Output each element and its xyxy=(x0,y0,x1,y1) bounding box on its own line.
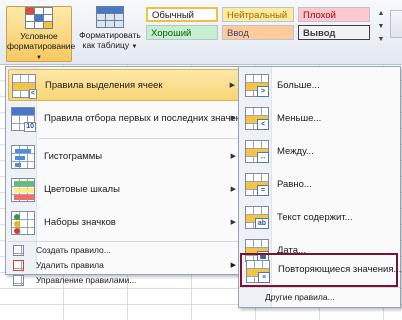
format-as-table-label-1: Форматировать xyxy=(79,30,141,40)
menu-item-data-bars[interactable]: Гистограммы ▶ xyxy=(8,141,242,173)
submenu-item-duplicate-values[interactable]: ≡ Повторяющиеся значения... xyxy=(240,253,402,287)
style-neutral[interactable]: Нейтральный xyxy=(222,7,294,22)
menu-item-label: Управление правилами... xyxy=(36,275,137,285)
format-as-table-label-2: как таблицу xyxy=(82,40,130,50)
menu-item-label: Цветовые шкалы xyxy=(44,184,120,195)
between-icon: ↔ xyxy=(245,140,269,163)
color-scales-icon xyxy=(11,178,35,202)
style-normal[interactable]: Обычный xyxy=(146,7,218,22)
data-bars-icon xyxy=(11,145,35,169)
submenu-item-label: Другие правила... xyxy=(265,292,335,302)
conditional-formatting-button[interactable]: Условное форматирование ▼ xyxy=(6,6,76,62)
submenu-item-label: Равно... xyxy=(277,179,312,190)
clear-rules-icon xyxy=(13,260,24,271)
submenu-item-less-than[interactable]: < Меньше... xyxy=(241,102,397,135)
menu-item-label: Удалить правила xyxy=(36,260,104,270)
chevron-down-icon: ▼ xyxy=(36,55,42,61)
submenu-item-label: Повторяющиеся значения... xyxy=(278,264,402,275)
top-bottom-rules-icon: 10 xyxy=(11,107,36,132)
conditional-formatting-icon xyxy=(25,7,53,29)
menu-item-label: Гистограммы xyxy=(44,151,103,162)
chevron-right-icon: ▶ xyxy=(230,153,236,160)
submenu-item-more-rules[interactable]: Другие правила... xyxy=(241,287,397,307)
insert-button-partial[interactable] xyxy=(390,10,402,38)
format-as-table-button[interactable]: Форматировать как таблицу ▼ xyxy=(78,6,142,60)
menu-item-label: Наборы значков xyxy=(44,217,116,228)
chevron-right-icon: ▶ xyxy=(230,262,236,269)
style-input[interactable]: Ввод xyxy=(222,25,294,40)
chevron-right-icon: ▶ xyxy=(229,82,235,89)
chevron-down-icon: ▼ xyxy=(131,44,138,50)
submenu-item-label: Между... xyxy=(277,146,314,157)
style-good[interactable]: Хороший xyxy=(146,25,218,40)
chevron-right-icon: ▶ xyxy=(230,186,236,193)
highlight-cells-rules-icon: < xyxy=(12,74,37,99)
duplicate-values-icon: ≡ xyxy=(246,260,270,283)
less-than-icon: < xyxy=(245,107,269,130)
chevron-right-icon: ▶ xyxy=(230,219,236,226)
cell-styles-gallery: Обычный Нейтральный Плохой Хороший Ввод … xyxy=(146,7,374,59)
icon-sets-icon xyxy=(11,211,35,235)
submenu-item-label: Меньше... xyxy=(277,113,322,124)
gallery-scroll[interactable]: ▲ ▼ ▼ xyxy=(376,7,386,59)
style-bad[interactable]: Плохой xyxy=(298,7,370,22)
manage-rules-icon xyxy=(13,275,24,286)
conditional-formatting-label-1: Условное xyxy=(20,31,58,41)
menu-item-color-scales[interactable]: Цветовые шкалы ▶ xyxy=(8,174,242,206)
menu-item-label: Правила отбора первых и последних значен… xyxy=(44,113,252,124)
greater-than-icon: > xyxy=(245,74,269,97)
chevron-right-icon: ▶ xyxy=(230,115,236,122)
submenu-item-label: Больше... xyxy=(277,80,320,91)
menu-item-label: Создать правило... xyxy=(36,245,111,255)
menu-item-highlight-cells-rules[interactable]: < Правила выделения ячеек ▶ xyxy=(8,69,242,101)
submenu-item-equal-to[interactable]: = Равно... xyxy=(241,168,397,201)
submenu-item-text-contains[interactable]: ab Текст содержит... xyxy=(241,201,397,234)
scroll-up-icon[interactable]: ▲ xyxy=(376,7,386,20)
text-contains-icon: ab xyxy=(245,206,269,229)
highlight-cells-rules-submenu: > Больше... < Меньше... ↔ Между... = Рав… xyxy=(238,66,401,308)
conditional-formatting-menu: < Правила выделения ячеек ▶ 10 Правила о… xyxy=(5,66,252,286)
new-rule-icon xyxy=(13,245,24,256)
menu-item-new-rule[interactable]: Создать правило... xyxy=(8,243,242,258)
ribbon: Условное форматирование ▼ Форматировать … xyxy=(0,0,402,65)
menu-item-label: Правила выделения ячеек xyxy=(45,80,163,91)
submenu-item-between[interactable]: ↔ Между... xyxy=(241,135,397,168)
conditional-formatting-label-2: форматирование xyxy=(7,41,76,51)
more-icon[interactable]: ▼ xyxy=(376,33,386,46)
submenu-item-greater-than[interactable]: > Больше... xyxy=(241,69,397,102)
style-output[interactable]: Вывод xyxy=(298,25,370,40)
menu-item-manage-rules[interactable]: Управление правилами... xyxy=(8,273,242,288)
menu-item-icon-sets[interactable]: Наборы значков ▶ xyxy=(8,207,242,239)
menu-item-clear-rules[interactable]: Удалить правила ▶ xyxy=(8,258,242,273)
submenu-item-label: Текст содержит... xyxy=(277,212,353,223)
scroll-down-icon[interactable]: ▼ xyxy=(376,20,386,33)
format-as-table-icon xyxy=(96,6,124,28)
equal-to-icon: = xyxy=(245,173,269,196)
menu-item-top-bottom-rules[interactable]: 10 Правила отбора первых и последних зна… xyxy=(8,103,252,135)
